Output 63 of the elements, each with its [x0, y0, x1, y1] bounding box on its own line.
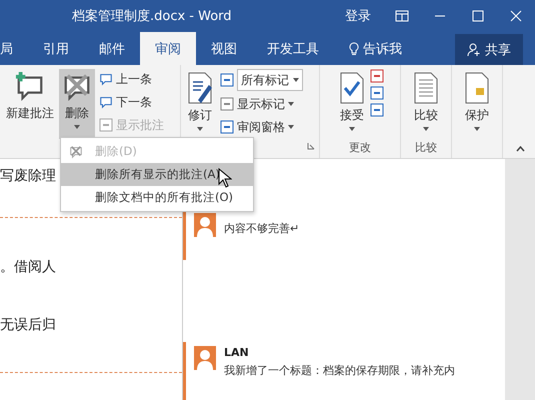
page-icon — [220, 97, 234, 111]
document-text: 。借阅人 — [0, 258, 56, 277]
ribbon-tab[interactable]: 视图 — [196, 32, 252, 65]
document-text: 写废除理 — [0, 167, 56, 186]
panel-icon — [99, 118, 113, 132]
comment-cross-icon — [69, 144, 83, 158]
pane-icon — [220, 120, 234, 134]
documents-icon — [413, 72, 439, 104]
caret-icon — [423, 127, 429, 131]
mouse-cursor-icon — [218, 168, 232, 188]
document-lock-icon — [464, 72, 490, 104]
compare-button[interactable]: 比较 — [410, 69, 442, 139]
caret-icon — [74, 125, 80, 129]
comment-plus-icon — [15, 72, 45, 102]
group-label: 更改 — [349, 140, 371, 156]
comment-icon — [99, 72, 113, 86]
caret-icon — [197, 127, 203, 131]
close-icon — [509, 10, 523, 22]
comment-text: 我新增了一个标题：档案的保存期限，请补充内 — [224, 363, 455, 378]
markup-icon — [220, 73, 234, 87]
window-title: 档案管理制度.docx - Word — [72, 8, 233, 25]
document-check-icon — [339, 72, 365, 104]
ribbon-tab[interactable]: 局 — [0, 32, 28, 65]
caret-icon — [293, 78, 299, 82]
show-markup-button[interactable]: 显示标记 — [218, 94, 305, 114]
person-plus-icon — [467, 42, 481, 56]
caret-icon — [349, 127, 355, 131]
caret-icon — [288, 102, 294, 106]
delete-button[interactable]: 删除 — [59, 69, 95, 139]
ribbon-tab[interactable]: 审阅 — [140, 32, 196, 65]
ribbon-display-icon — [395, 10, 409, 22]
comment-cross-icon — [62, 72, 92, 102]
ribbon-tab[interactable]: 开发工具 — [252, 32, 334, 65]
track-changes-button[interactable]: 修订 — [184, 69, 216, 139]
new-comment-button[interactable]: 新建批注 — [3, 69, 57, 139]
avatar-icon — [194, 346, 216, 370]
tell-me-button[interactable]: 告诉我 — [334, 32, 417, 65]
next-change-icon — [370, 103, 384, 117]
document-text: 无误后归 — [0, 316, 56, 335]
lightbulb-icon — [349, 42, 359, 56]
document-pen-icon — [187, 72, 213, 104]
ribbon-tab[interactable]: 邮件 — [84, 32, 140, 65]
reviewing-pane-button[interactable]: 审阅窗格 — [218, 117, 305, 137]
maximize-icon — [471, 10, 485, 22]
comment-icon — [99, 95, 113, 109]
menu-item[interactable]: 删除文档中的所有批注(O) — [61, 186, 253, 209]
previous-comment-button[interactable]: 上一条 — [97, 69, 166, 89]
group-label: 比较 — [415, 140, 437, 156]
sign-in-button[interactable]: 登录 — [333, 0, 383, 32]
ribbon-tab[interactable]: 引用 — [28, 32, 84, 65]
menu-item[interactable]: 删除所有显示的批注(A) — [61, 163, 253, 186]
collapse-ribbon-icon[interactable] — [516, 146, 525, 152]
accept-button[interactable]: 接受 — [336, 69, 368, 139]
caret-icon — [474, 127, 480, 131]
next-comment-button[interactable]: 下一条 — [97, 92, 166, 112]
share-button[interactable]: 共享 — [455, 34, 523, 65]
reject-icon — [370, 69, 384, 83]
protect-button[interactable]: 保护 — [461, 69, 493, 139]
comment-text: 内容不够完善↵ — [224, 221, 300, 236]
comment-author: LAN — [224, 346, 250, 360]
caret-icon — [288, 125, 294, 129]
dialog-launcher-icon[interactable] — [307, 142, 315, 150]
previous-change-icon — [370, 86, 384, 100]
